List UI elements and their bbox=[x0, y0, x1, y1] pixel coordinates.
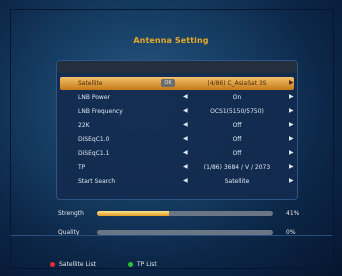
setting-row-22k[interactable]: 22K ◀ Off ▶ bbox=[60, 119, 294, 132]
setting-row-lnb-power[interactable]: LNB Power ◀ On ▶ bbox=[60, 91, 294, 104]
ok-key-icon: OK bbox=[161, 79, 175, 87]
right-arrow-icon[interactable]: ▶ bbox=[289, 149, 294, 156]
right-arrow-icon[interactable]: ▶ bbox=[289, 177, 294, 184]
left-arrow-icon[interactable]: ◀ bbox=[183, 121, 188, 128]
strength-bar bbox=[97, 211, 273, 216]
setting-row-tp[interactable]: TP ◀ (1/86) 3684 / V / 2073 ▶ bbox=[60, 161, 294, 174]
setting-value: Off bbox=[232, 136, 242, 143]
setting-row-lnb-frequency[interactable]: LNB Frequency ◀ OCS1(5150/5750) ▶ bbox=[60, 105, 294, 118]
strength-label: Strength bbox=[58, 210, 84, 217]
setting-label: Satellite bbox=[78, 80, 103, 87]
setting-label: DiSEqC1.1 bbox=[78, 150, 110, 157]
setting-label: 22K bbox=[78, 122, 90, 129]
strength-bar-fill bbox=[97, 211, 170, 216]
tp-list-label[interactable]: TP List bbox=[137, 261, 157, 268]
settings-panel: Satellite OK (4/86) C_AsiaSat 3S ▶ LNB P… bbox=[56, 60, 298, 200]
left-arrow-icon[interactable]: ◀ bbox=[183, 177, 188, 184]
right-arrow-icon[interactable]: ▶ bbox=[289, 135, 294, 142]
setting-value: Off bbox=[232, 122, 242, 129]
setting-value: OCS1(5150/5750) bbox=[210, 108, 264, 115]
setting-value: (1/86) 3684 / V / 2073 bbox=[203, 164, 271, 171]
panel-header bbox=[57, 61, 297, 73]
left-arrow-icon[interactable]: ◀ bbox=[183, 135, 188, 142]
setting-value: Satellite bbox=[224, 178, 250, 185]
setting-label: Start Search bbox=[78, 178, 116, 185]
page-title: Antenna Setting bbox=[133, 36, 209, 45]
right-arrow-icon[interactable]: ▶ bbox=[289, 107, 294, 114]
satellite-list-label[interactable]: Satellite List bbox=[59, 261, 96, 268]
setting-row-start-search[interactable]: Start Search ◀ Satellite ▶ bbox=[60, 175, 294, 188]
right-arrow-icon[interactable]: ▶ bbox=[289, 93, 294, 100]
antenna-setting-screen: Antenna Setting Satellite OK (4/86) C_As… bbox=[0, 0, 342, 276]
setting-value: Off bbox=[232, 150, 242, 157]
setting-label: LNB Frequency bbox=[78, 108, 123, 115]
right-arrow-icon[interactable]: ▶ bbox=[289, 79, 294, 86]
setting-row-diseqc10[interactable]: DiSEqC1.0 ◀ Off ▶ bbox=[60, 133, 294, 146]
right-arrow-icon[interactable]: ▶ bbox=[289, 121, 294, 128]
footer-divider bbox=[10, 235, 332, 236]
left-arrow-icon[interactable]: ◀ bbox=[183, 163, 188, 170]
right-arrow-icon[interactable]: ▶ bbox=[289, 163, 294, 170]
setting-value: On bbox=[232, 94, 242, 101]
green-key-icon bbox=[128, 262, 133, 267]
setting-row-diseqc11[interactable]: DiSEqC1.1 ◀ Off ▶ bbox=[60, 147, 294, 160]
setting-row-satellite[interactable]: Satellite OK (4/86) C_AsiaSat 3S ▶ bbox=[60, 77, 294, 90]
left-arrow-icon[interactable]: ◀ bbox=[183, 93, 188, 100]
setting-label: LNB Power bbox=[78, 94, 110, 101]
red-key-icon bbox=[50, 262, 55, 267]
setting-label: DiSEqC1.0 bbox=[78, 136, 110, 143]
setting-label: TP bbox=[78, 164, 86, 171]
setting-value: (4/86) C_AsiaSat 3S bbox=[207, 80, 267, 87]
left-arrow-icon[interactable]: ◀ bbox=[183, 107, 188, 114]
strength-percent: 41% bbox=[286, 210, 300, 217]
left-arrow-icon[interactable]: ◀ bbox=[183, 149, 188, 156]
